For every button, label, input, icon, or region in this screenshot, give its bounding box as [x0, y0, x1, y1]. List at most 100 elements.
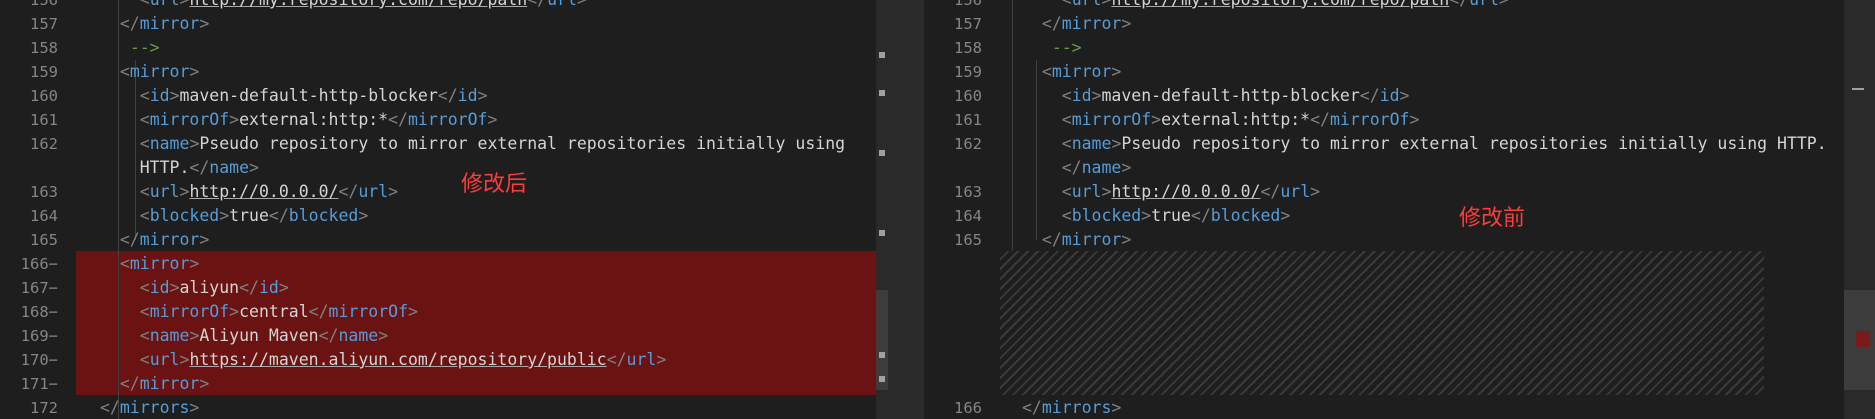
code-token: mirrors: [119, 398, 190, 417]
code-line: <url>http://my.repository.com/repo/path<…: [1022, 0, 1509, 12]
line-number: 160: [954, 87, 982, 105]
line-number: 160: [30, 87, 58, 105]
code-token: <: [1061, 110, 1072, 129]
code-token: >: [378, 326, 389, 345]
line-number: 168−: [20, 303, 58, 321]
overview-diff-marker: [1856, 331, 1870, 347]
code-token: >: [1111, 62, 1122, 81]
code-line: <blocked>true</blocked>: [1022, 204, 1291, 228]
code-token: </: [318, 326, 339, 345]
vertical-scrollbar[interactable]: [1844, 0, 1875, 419]
code-token: mirrorOf: [1330, 110, 1410, 129]
code-token: >: [189, 398, 200, 417]
code-line: <mirror>: [100, 60, 199, 84]
code-token: name: [149, 326, 190, 345]
scrollbar-thumb[interactable]: [876, 290, 888, 390]
line-number: 171−: [20, 375, 58, 393]
code-line: </mirror>: [100, 228, 209, 252]
line-number: [924, 300, 982, 324]
code-token: >: [179, 182, 190, 201]
code-token: mirrorOf: [408, 110, 488, 129]
code-token: >: [179, 350, 190, 369]
code-token: -->: [129, 38, 160, 57]
pane-divider[interactable]: [888, 0, 924, 419]
code-token: mirror: [129, 62, 190, 81]
code-line: </mirror>: [1022, 228, 1131, 252]
code-token: name: [149, 134, 190, 153]
code-token: </: [1022, 398, 1042, 417]
diff-pane-original[interactable]: 156157158159160161162163164165166 <url>h…: [924, 0, 1875, 419]
code-token: <: [1062, 0, 1072, 9]
line-number: 170−: [20, 351, 58, 369]
line-number: 158: [954, 39, 982, 57]
code-line: </mirrors>: [1022, 396, 1121, 419]
code-token: id: [149, 278, 170, 297]
code-token: blocked: [149, 206, 220, 225]
code-token: >: [199, 14, 210, 33]
code-token: mirror: [129, 254, 190, 273]
code-token: >: [189, 134, 200, 153]
code-token: blocked: [1210, 206, 1281, 225]
line-number: 169−: [20, 327, 58, 345]
code-token: central: [239, 302, 309, 321]
diff-pane-modified[interactable]: 156 157 158 159 160 161 162 163 164 165 166− 167− 16…: [0, 0, 888, 419]
line-number: 162: [30, 135, 58, 153]
code-token: url: [626, 350, 657, 369]
line-number: 165: [30, 231, 58, 249]
code-token: external:http:*: [1161, 110, 1311, 129]
vertical-scrollbar[interactable]: [876, 0, 888, 419]
code-token: url: [149, 182, 180, 201]
line-number: 166: [954, 399, 982, 417]
code-token: >: [199, 230, 210, 249]
code-token: >: [1499, 0, 1509, 9]
overview-marker: [879, 376, 885, 382]
code-token: </: [308, 302, 329, 321]
code-line: </name>: [1022, 156, 1132, 180]
line-number: 156: [954, 0, 982, 9]
code-token: </: [1061, 158, 1082, 177]
code-token: >: [199, 374, 210, 393]
code-line: <mirrorOf>central</mirrorOf>: [100, 300, 418, 324]
code-token: mirror: [1051, 62, 1112, 81]
line-number: [924, 156, 982, 180]
line-number: 159: [30, 63, 58, 81]
line-number: 166−: [20, 255, 58, 273]
code-token: >: [1310, 182, 1321, 201]
code-token: >: [229, 302, 240, 321]
code-token: http://my.repository.com/repo/path: [189, 0, 527, 9]
line-number: 164: [30, 207, 58, 225]
line-number: [924, 348, 982, 372]
code-token: <: [139, 134, 150, 153]
code-token: Aliyun Maven: [199, 326, 319, 345]
line-number: [924, 276, 982, 300]
code-token: <: [1061, 182, 1072, 201]
code-token: url: [1072, 0, 1102, 9]
code-line: </mirror>: [100, 372, 209, 396]
code-token: </: [1260, 182, 1281, 201]
line-number: [924, 372, 982, 396]
overview-marker: [879, 352, 885, 358]
code-line: <name>Aliyun Maven</name>: [100, 324, 388, 348]
line-number: 163: [954, 183, 982, 201]
line-number: [0, 156, 58, 180]
code-token: >: [169, 278, 180, 297]
code-token: </: [1449, 0, 1469, 9]
code-token: id: [457, 86, 478, 105]
code-token: </: [1310, 110, 1330, 129]
